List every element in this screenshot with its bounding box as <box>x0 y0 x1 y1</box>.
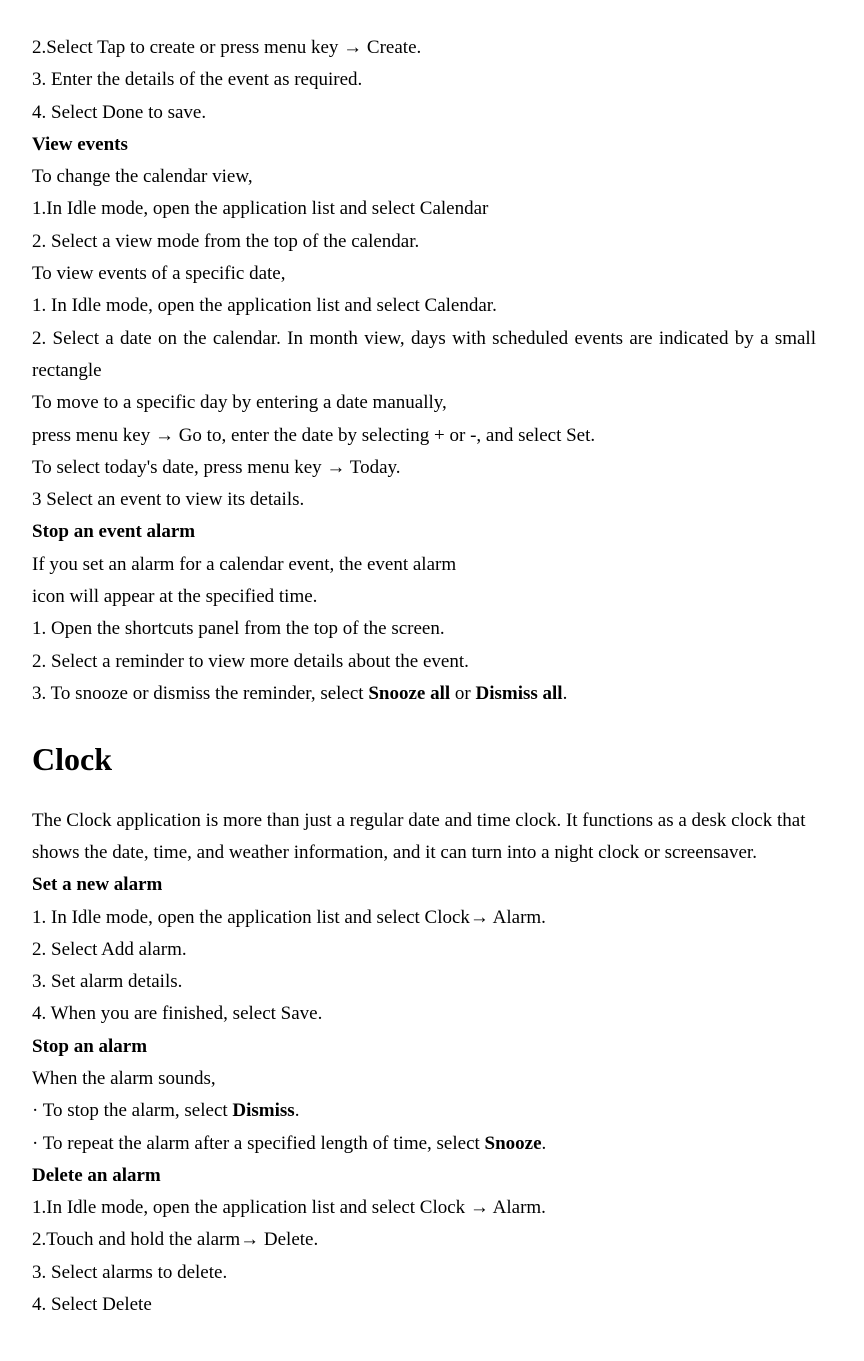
bold-text-snooze: Snooze <box>485 1133 542 1154</box>
body-text: 2. Select Add alarm. <box>32 934 816 966</box>
body-text: · To repeat the alarm after a specified … <box>32 1128 816 1160</box>
body-text: 2. Select a view mode from the top of th… <box>32 226 816 258</box>
body-text: 4. Select Delete <box>32 1289 816 1321</box>
section-heading-stop-event-alarm: Stop an event alarm <box>32 516 816 548</box>
section-heading-delete-alarm: Delete an alarm <box>32 1160 816 1192</box>
body-text: 4. When you are finished, select Save. <box>32 998 816 1030</box>
section-heading-set-new-alarm: Set a new alarm <box>32 869 816 901</box>
section-heading-stop-alarm: Stop an alarm <box>32 1031 816 1063</box>
body-text: · To stop the alarm, select Dismiss. <box>32 1095 816 1127</box>
text-span: 3. To snooze or dismiss the reminder, se… <box>32 683 368 704</box>
body-text: 1. Open the shortcuts panel from the top… <box>32 613 816 645</box>
bold-text-dismiss-all: Dismiss all <box>475 683 562 704</box>
body-text: To view events of a specific date, <box>32 258 816 290</box>
section-heading-view-events: View events <box>32 129 816 161</box>
bold-text-snooze-all: Snooze all <box>368 683 450 704</box>
body-text: 1.In Idle mode, open the application lis… <box>32 193 816 225</box>
body-text: When the alarm sounds, <box>32 1063 816 1095</box>
body-text: 4. Select Done to save. <box>32 97 816 129</box>
body-text: 3 Select an event to view its details. <box>32 484 816 516</box>
body-text: 2. Select a reminder to view more detail… <box>32 646 816 678</box>
body-text: To select today's date, press menu key →… <box>32 452 816 484</box>
body-text: 2.Touch and hold the alarm→ Delete. <box>32 1224 816 1256</box>
text-span: . <box>542 1133 547 1154</box>
body-text: The Clock application is more than just … <box>32 805 816 870</box>
text-span: · To stop the alarm, select <box>32 1100 232 1121</box>
body-text: 3. To snooze or dismiss the reminder, se… <box>32 678 816 710</box>
body-text: 1.In Idle mode, open the application lis… <box>32 1192 816 1224</box>
text-span: or <box>450 683 475 704</box>
body-text: 3. Set alarm details. <box>32 966 816 998</box>
body-text: 1. In Idle mode, open the application li… <box>32 902 816 934</box>
body-text: 2. Select a date on the calendar. In mon… <box>32 323 816 388</box>
body-text: If you set an alarm for a calendar event… <box>32 549 816 581</box>
body-text: 1. In Idle mode, open the application li… <box>32 290 816 322</box>
body-text: To move to a specific day by entering a … <box>32 387 816 419</box>
text-span: · To repeat the alarm after a specified … <box>32 1133 485 1154</box>
body-text: 2.Select Tap to create or press menu key… <box>32 32 816 64</box>
text-span: . <box>563 683 568 704</box>
body-text: 3. Select alarms to delete. <box>32 1257 816 1289</box>
body-text: To change the calendar view, <box>32 161 816 193</box>
text-span: . <box>295 1100 300 1121</box>
bold-text-dismiss: Dismiss <box>232 1100 294 1121</box>
body-text: press menu key → Go to, enter the date b… <box>32 420 816 452</box>
body-text: 3. Enter the details of the event as req… <box>32 64 816 96</box>
heading-clock: Clock <box>32 732 816 786</box>
body-text: icon will appear at the specified time. <box>32 581 816 613</box>
